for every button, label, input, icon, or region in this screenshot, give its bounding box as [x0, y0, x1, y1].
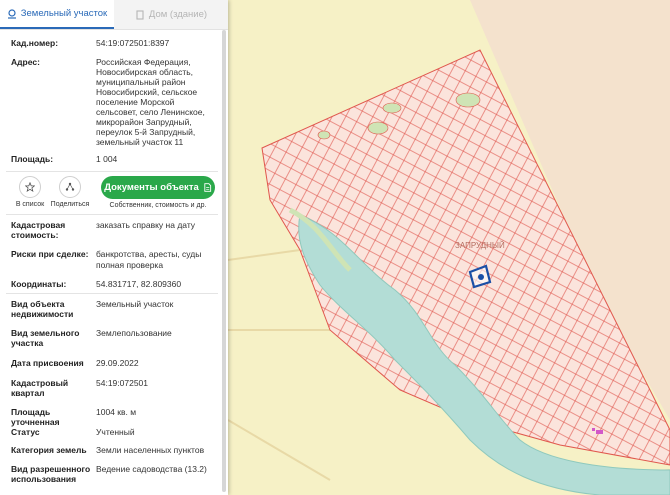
- permitted-use-label: Вид разрешенного использования: [11, 464, 91, 484]
- status-label: Статус: [11, 427, 40, 437]
- land-type-value: Землепользование: [96, 328, 172, 338]
- documents-subtitle: Собственник, стоимость и др.: [109, 202, 207, 209]
- land-category-label: Категория земель: [11, 445, 87, 455]
- share-button[interactable]: [59, 176, 81, 198]
- status-value: Учтенный: [96, 427, 135, 437]
- tab-building-label: Дом (здание): [148, 9, 208, 20]
- divider: [6, 293, 218, 294]
- cadastral-quarter-value: 54:19:072501: [96, 378, 148, 388]
- cadastral-number-label: Кад.номер:: [11, 38, 59, 48]
- document-icon: [204, 183, 211, 192]
- cadastral-cost-link[interactable]: заказать справку на дату: [96, 220, 218, 230]
- documents-button-label: Документы объекта: [104, 182, 199, 193]
- tab-land-plot[interactable]: Земельный участок: [0, 0, 114, 29]
- cadastral-quarter-label: Кадастровый квартал: [11, 378, 69, 398]
- share-label: Поделиться: [50, 201, 90, 208]
- assign-date-label: Дата присвоения: [11, 358, 84, 368]
- land-category-value: Земли населенных пунктов: [96, 445, 205, 455]
- object-type-value: Земельный участок: [96, 299, 174, 309]
- land-type-label: Вид земельного участка: [11, 328, 80, 348]
- cadastral-number-value[interactable]: 54:19:072501:8397: [96, 38, 218, 48]
- risks-label: Риски при сделке:: [11, 249, 89, 259]
- building-marker: [596, 430, 603, 434]
- coordinates-value: 54.831717, 82.809360: [96, 279, 182, 289]
- add-to-list-button[interactable]: [19, 176, 41, 198]
- star-icon: [25, 182, 35, 192]
- coordinates-label: Координаты:: [11, 279, 67, 289]
- info-panel: Земельный участок Дом (здание) Кад.номер…: [0, 0, 228, 495]
- risks-value: банкротства, аресты, суды: [96, 249, 202, 259]
- tab-building[interactable]: Дом (здание): [114, 0, 228, 29]
- tab-land-label: Земельный участок: [20, 8, 108, 19]
- area-value: 1 004: [96, 154, 118, 164]
- tab-bar: Земельный участок Дом (здание): [0, 0, 228, 30]
- object-documents-button[interactable]: Документы объекта: [101, 176, 215, 199]
- divider: [6, 214, 218, 215]
- specified-area-label: Площадь уточненная: [11, 407, 60, 427]
- area-label: Площадь:: [11, 154, 54, 164]
- panel-scrollbar[interactable]: [222, 30, 226, 492]
- full-check-link[interactable]: полная проверка: [96, 260, 218, 270]
- cadastral-cost-label: Кадастровая стоимость:: [11, 220, 66, 240]
- permitted-use-value: Ведение садоводства (13.2): [96, 464, 207, 474]
- assign-date-value: 29.09.2022: [96, 358, 139, 368]
- specified-area-value: 1004 кв. м: [96, 407, 137, 417]
- map-district-label: ЗАПРУДНЫЙ: [455, 241, 505, 250]
- building-icon: [136, 9, 144, 20]
- object-type-label: Вид объекта недвижимости: [11, 299, 74, 319]
- building-marker: [592, 428, 595, 431]
- address-value: Российская Федерация, Новосибирская обла…: [96, 57, 205, 147]
- map-pin-icon: [7, 8, 16, 19]
- share-icon: [65, 182, 75, 191]
- action-bar: В список Поделиться Документы объекта Со…: [0, 172, 222, 214]
- address-label: Адрес:: [11, 57, 40, 67]
